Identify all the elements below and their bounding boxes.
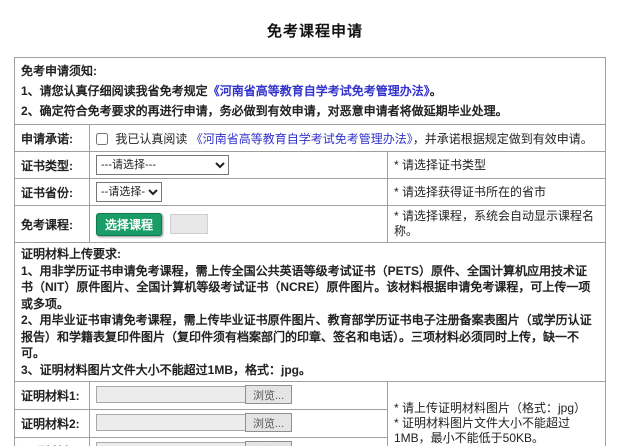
- material-3-cell: 浏览...: [90, 438, 388, 446]
- cert-province-hint: * 请选择获得证书所在的省市: [388, 179, 606, 206]
- promise-regulation-link[interactable]: 《河南省高等教育自学考试免考管理办法》: [191, 132, 413, 146]
- promise-content: 我已认真阅读 《河南省高等教育自学考试免考管理办法》，并承诺根据规定做到有效申请…: [90, 125, 606, 152]
- cert-province-label: 证书省份:: [15, 179, 90, 206]
- material-3-file-field[interactable]: [96, 442, 246, 446]
- promise-text-before: 我已认真阅读: [115, 132, 190, 146]
- material-1-browse-button[interactable]: 浏览...: [245, 385, 292, 404]
- promise-row: 申请承诺: 我已认真阅读 《河南省高等教育自学考试免考管理办法》，并承诺根据规定…: [15, 125, 606, 152]
- exempt-course-label: 免考课程:: [15, 206, 90, 243]
- material-3-label: 证明材料3:: [15, 438, 90, 446]
- material-2-label: 证明材料2:: [15, 410, 90, 438]
- material-row-1: 证明材料1: 浏览... * 请上传证明材料图片（格式：jpg） * 证明材料图…: [15, 382, 606, 410]
- course-name-box[interactable]: [170, 214, 208, 234]
- cert-province-select[interactable]: --请选择--: [96, 182, 162, 202]
- notice-line1-suffix: 。: [430, 84, 442, 98]
- exempt-course-cell: 选择课程: [90, 206, 388, 243]
- requirements-section: 证明材料上传要求: 1、用非学历证书申请免考课程，需上传全国公共英语等级考试证书…: [15, 243, 606, 382]
- material-2-cell: 浏览...: [90, 410, 388, 438]
- cert-type-label: 证书类型:: [15, 152, 90, 179]
- cert-type-hint: * 请选择证书类型: [388, 152, 606, 179]
- regulation-link[interactable]: 《河南省高等教育自学考试免考管理办法》: [208, 84, 430, 98]
- requirements-item-2: 2、用毕业证书审请免考课程，需上传毕业证书原件图片、教育部学历证书电子注册备案表…: [21, 312, 599, 362]
- promise-label: 申请承诺:: [15, 125, 90, 152]
- application-table: 免考申请须知: 1、请您认真仔细阅读我省免考规定《河南省高等教育自学考试免考管理…: [14, 57, 606, 446]
- cert-province-cell: --请选择--: [90, 179, 388, 206]
- materials-hint-2: * 证明材料图片文件大小不能超过1MB，最小不能低于50KB。: [394, 416, 599, 446]
- cert-type-select[interactable]: ---请选择---: [96, 155, 229, 175]
- notice-line-1: 1、请您认真仔细阅读我省免考规定《河南省高等教育自学考试免考管理办法》。: [21, 81, 599, 101]
- agreement-checkbox[interactable]: [96, 133, 108, 145]
- notice-line-2: 2、确定符合免考要求的再进行申请，务必做到有效申请，对恶意申请者将做延期毕业处理…: [21, 101, 599, 121]
- material-2-file-field[interactable]: [96, 414, 246, 431]
- material-3-browse-button[interactable]: 浏览...: [245, 441, 292, 446]
- requirements-heading: 证明材料上传要求:: [21, 246, 599, 263]
- cert-type-cell: ---请选择---: [90, 152, 388, 179]
- notice-section: 免考申请须知: 1、请您认真仔细阅读我省免考规定《河南省高等教育自学考试免考管理…: [15, 58, 606, 125]
- materials-hint-cell: * 请上传证明材料图片（格式：jpg） * 证明材料图片文件大小不能超过1MB，…: [388, 382, 606, 446]
- requirements-item-3: 3、证明材料图片文件大小不能超过1MB，格式：jpg。: [21, 362, 599, 379]
- page-title: 免考课程申请: [0, 0, 630, 41]
- exempt-course-hint: * 请选择课程，系统会自动显示课程名称。: [388, 206, 606, 243]
- material-1-cell: 浏览...: [90, 382, 388, 410]
- cert-type-row: 证书类型: ---请选择--- * 请选择证书类型: [15, 152, 606, 179]
- promise-text-after: ，并承诺根据规定做到有效申请。: [413, 132, 593, 146]
- notice-line1-prefix: 1、请您认真仔细阅读我省免考规定: [21, 84, 208, 98]
- materials-hint-1: * 请上传证明材料图片（格式：jpg）: [394, 401, 599, 416]
- material-1-file-field[interactable]: [96, 386, 246, 403]
- material-1-label: 证明材料1:: [15, 382, 90, 410]
- requirements-item-1: 1、用非学历证书申请免考课程，需上传全国公共英语等级考试证书（PETS）原件、全…: [21, 263, 599, 313]
- material-2-browse-button[interactable]: 浏览...: [245, 413, 292, 432]
- exempt-course-row: 免考课程: 选择课程 * 请选择课程，系统会自动显示课程名称。: [15, 206, 606, 243]
- choose-course-button[interactable]: 选择课程: [96, 213, 162, 236]
- notice-heading: 免考申请须知:: [21, 61, 599, 81]
- cert-province-row: 证书省份: --请选择-- * 请选择获得证书所在的省市: [15, 179, 606, 206]
